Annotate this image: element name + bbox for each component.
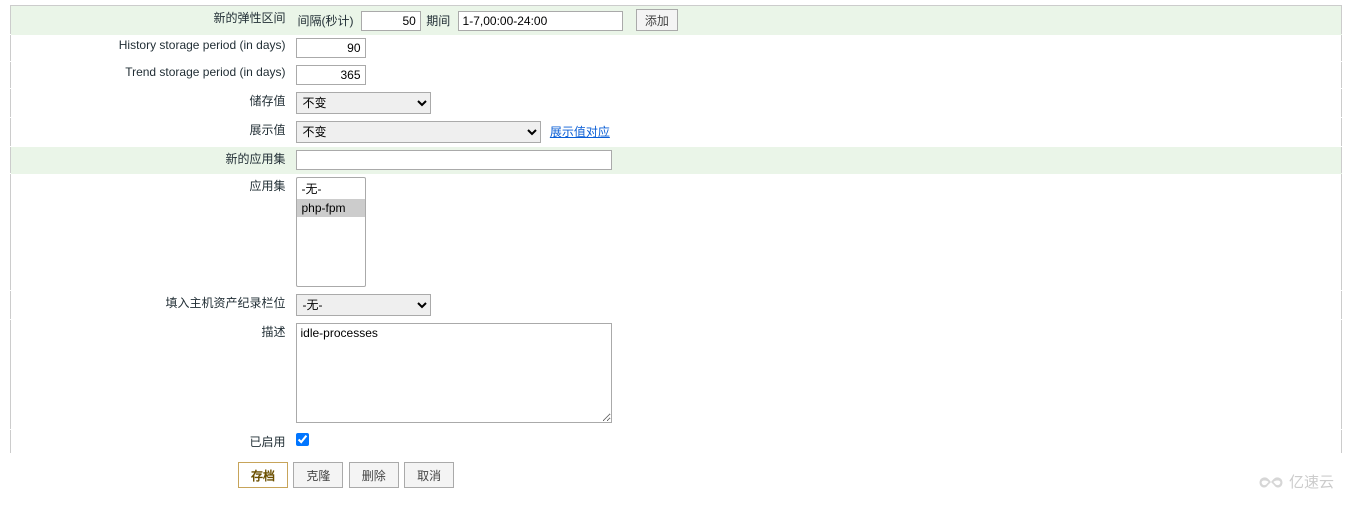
flex-interval-input[interactable] bbox=[361, 11, 421, 31]
trends-label: Trend storage period (in days) bbox=[11, 62, 291, 89]
store-value-select[interactable]: 不变 bbox=[296, 92, 431, 114]
applications-option-phpfpm[interactable]: php-fpm bbox=[297, 199, 365, 217]
watermark-text: 亿速云 bbox=[1289, 471, 1334, 492]
flex-intervals-label: 新的弹性区间 bbox=[11, 6, 291, 35]
show-value-select[interactable]: 不变 bbox=[296, 121, 541, 143]
delete-button[interactable]: 删除 bbox=[349, 462, 399, 488]
item-form-table: 新的弹性区间 间隔(秒计) 期间 添加 History storage peri… bbox=[10, 5, 1342, 454]
cancel-button[interactable]: 取消 bbox=[404, 462, 454, 488]
show-value-label: 展示值 bbox=[11, 118, 291, 147]
applications-select[interactable]: -无- php-fpm bbox=[296, 177, 366, 287]
new-application-input[interactable] bbox=[296, 150, 612, 170]
description-textarea[interactable] bbox=[296, 323, 612, 423]
store-value-label: 储存值 bbox=[11, 89, 291, 118]
flex-period-input[interactable] bbox=[458, 11, 623, 31]
add-flex-button[interactable]: 添加 bbox=[636, 9, 678, 31]
watermark: 亿速云 bbox=[1257, 471, 1334, 492]
inventory-select[interactable]: -无- bbox=[296, 294, 431, 316]
history-input[interactable] bbox=[296, 38, 366, 58]
description-label: 描述 bbox=[11, 320, 291, 430]
show-value-map-link[interactable]: 展示值对应 bbox=[550, 125, 610, 139]
applications-option-none[interactable]: -无- bbox=[297, 178, 365, 199]
history-label: History storage period (in days) bbox=[11, 35, 291, 62]
trends-input[interactable] bbox=[296, 65, 366, 85]
save-button[interactable]: 存档 bbox=[238, 462, 288, 488]
period-label: 期间 bbox=[426, 14, 450, 28]
cloud-infinity-icon bbox=[1257, 473, 1285, 491]
enabled-label: 已启用 bbox=[11, 430, 291, 454]
applications-label: 应用集 bbox=[11, 174, 291, 291]
interval-sec-label: 间隔(秒计) bbox=[298, 14, 354, 28]
enabled-checkbox[interactable] bbox=[296, 433, 309, 446]
new-app-label: 新的应用集 bbox=[11, 147, 291, 174]
inventory-label: 填入主机资产纪录栏位 bbox=[11, 291, 291, 320]
clone-button[interactable]: 克隆 bbox=[293, 462, 343, 488]
form-button-bar: 存档 克隆 删除 取消 bbox=[10, 454, 1342, 488]
